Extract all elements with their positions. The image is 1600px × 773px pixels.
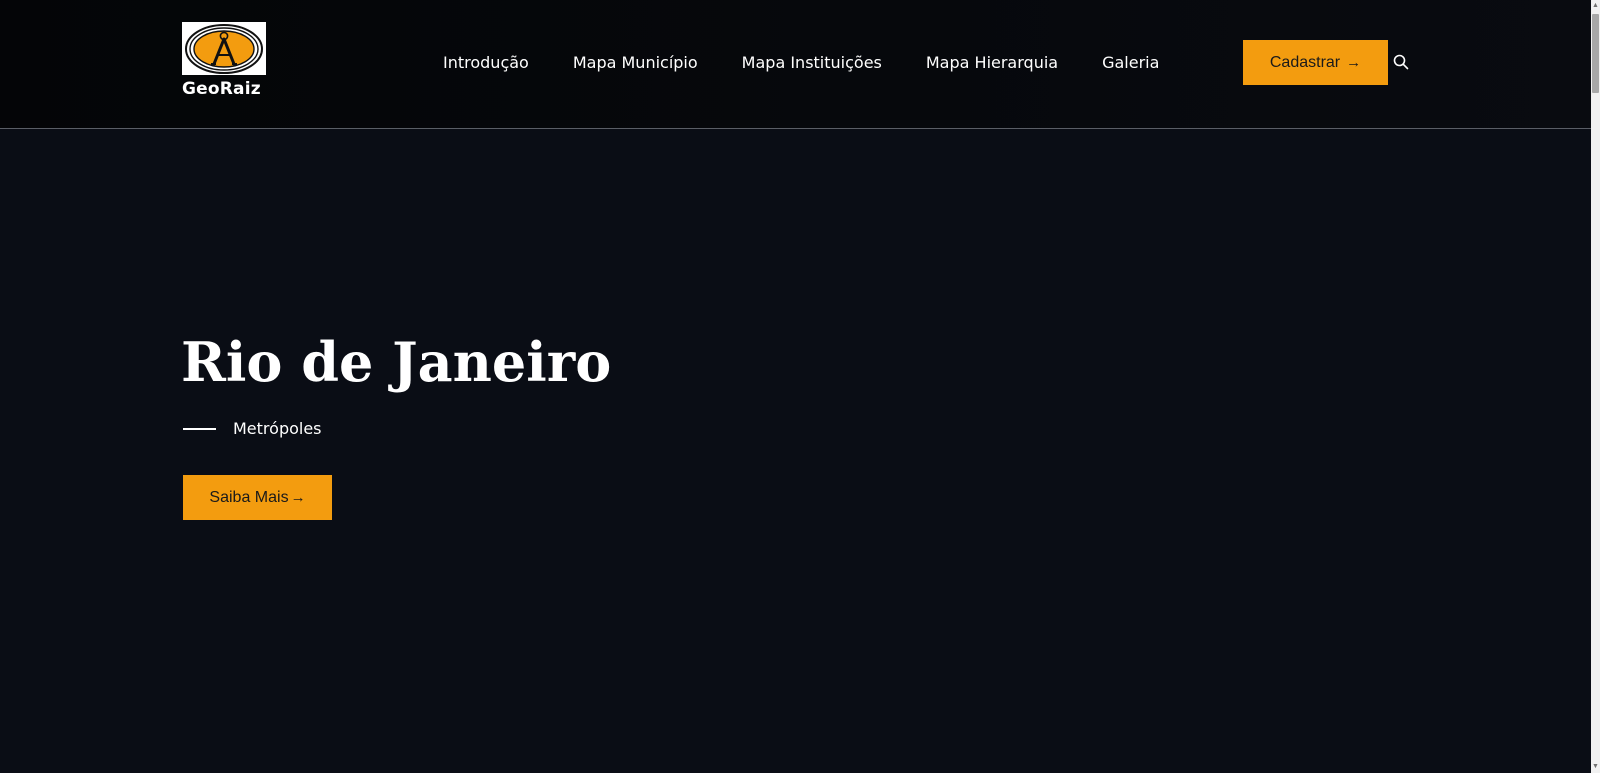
page: GeoRaiz Introdução Mapa Município Mapa I… — [0, 0, 1600, 773]
nav-item-introducao[interactable]: Introdução — [443, 52, 529, 74]
cadastrar-button-label: Cadastrar — [1269, 53, 1341, 71]
nav-item-mapa-hierarquia[interactable]: Mapa Hierarquia — [926, 52, 1058, 74]
subtitle-divider — [183, 428, 216, 430]
arrow-right-icon: → — [290, 489, 306, 506]
scroll-down-arrow-icon[interactable]: ▼ — [1591, 761, 1600, 773]
nav-item-mapa-municipio[interactable]: Mapa Município — [573, 52, 698, 74]
compass-logo-icon — [185, 23, 263, 74]
main-nav: Introdução Mapa Município Mapa Instituiç… — [443, 52, 1159, 74]
nav-item-mapa-instituicoes[interactable]: Mapa Instituições — [742, 52, 882, 74]
search-icon[interactable] — [1393, 54, 1409, 70]
nav-item-galeria[interactable]: Galeria — [1102, 52, 1159, 74]
arrow-right-icon: → — [1346, 54, 1362, 71]
saiba-mais-button[interactable]: Saiba Mais → — [183, 475, 332, 520]
logo[interactable]: GeoRaiz — [182, 22, 266, 102]
scroll-up-arrow-icon[interactable]: ▲ — [1591, 0, 1600, 12]
vertical-scrollbar[interactable]: ▲ ▼ — [1591, 0, 1600, 773]
hero-subtitle: Metrópoles — [233, 419, 322, 438]
saiba-mais-label: Saiba Mais — [209, 488, 289, 506]
logo-text: GeoRaiz — [182, 79, 261, 99]
hero-subtitle-row: Metrópoles — [183, 418, 322, 440]
search-icon-glyph — [1393, 54, 1409, 70]
cadastrar-button[interactable]: Cadastrar → — [1243, 40, 1388, 85]
scrollbar-thumb[interactable] — [1592, 14, 1599, 93]
site-header: GeoRaiz Introdução Mapa Município Mapa I… — [0, 0, 1591, 129]
logo-badge — [182, 22, 266, 75]
hero-title: Rio de Janeiro — [181, 330, 612, 394]
